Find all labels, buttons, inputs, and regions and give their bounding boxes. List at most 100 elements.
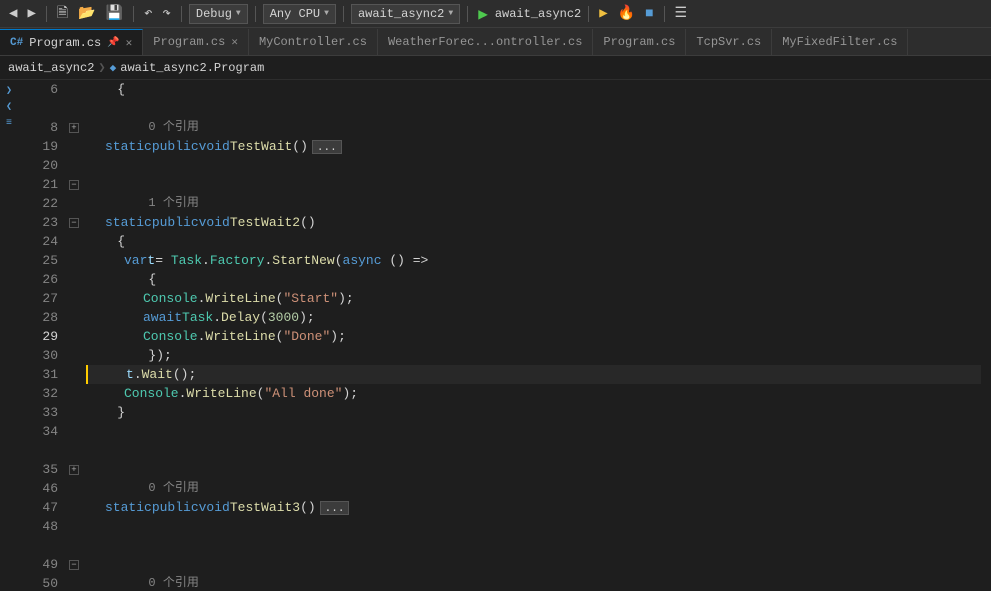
tab-pin-icon[interactable]: 📌 — [107, 37, 119, 49]
sep4 — [255, 6, 256, 22]
tab-tcpsvr[interactable]: TcpSvr.cs — [686, 29, 772, 55]
tab-program-cs-3[interactable]: Program.cs — [593, 29, 686, 55]
tab-mycontroller[interactable]: MyController.cs — [249, 29, 378, 55]
tab-bar: C# Program.cs 📌 ✕ Program.cs ✕ MyControl… — [0, 28, 991, 56]
code-line: Console.WriteLine("Done"); — [86, 327, 981, 346]
marker-6 — [66, 80, 82, 99]
open-icon[interactable]: 📂 — [75, 3, 98, 24]
marker-25 — [66, 251, 82, 270]
ln-24: 24 — [18, 232, 58, 251]
sep3 — [181, 6, 182, 22]
breadcrumb-class[interactable]: await_async2.Program — [120, 61, 264, 75]
code-line: 0 个引用 — [86, 574, 981, 591]
sep8 — [664, 6, 665, 22]
ln-31: 31 — [18, 365, 58, 384]
vertical-scrollbar[interactable] — [981, 80, 991, 591]
ln-47: 47 — [18, 498, 58, 517]
code-line: Console.WriteLine("Start"); — [86, 289, 981, 308]
undo-icon[interactable]: ↶ — [141, 3, 155, 24]
marker-47 — [66, 498, 82, 517]
ln-35: 35 — [18, 460, 58, 479]
marker-21[interactable]: − — [66, 175, 82, 194]
stop-icon[interactable]: ■ — [642, 4, 656, 24]
tab-program-cs-active[interactable]: C# Program.cs 📌 ✕ — [0, 29, 143, 55]
ln-6: 6 — [18, 80, 58, 99]
sep5 — [343, 6, 344, 22]
tab-cs-icon: C# — [10, 37, 23, 49]
ln-28: 28 — [18, 308, 58, 327]
marker-19 — [66, 137, 82, 156]
code-line — [86, 555, 981, 574]
project-label: await_async2 — [358, 7, 444, 21]
tab-label-3: MyController.cs — [259, 35, 367, 49]
tab-close-active[interactable]: ✕ — [126, 36, 133, 50]
code-line: 0 个引用 — [86, 479, 981, 498]
marker-35[interactable]: + — [66, 460, 82, 479]
back-icon[interactable]: ◀ — [6, 3, 20, 24]
side-icon-2[interactable]: ❮ — [2, 100, 16, 114]
tab-weatherforecast[interactable]: WeatherForec...ontroller.cs — [378, 29, 593, 55]
side-icon-1[interactable]: ❯ — [2, 84, 16, 98]
marker-27 — [66, 289, 82, 308]
tab-label-2: Program.cs — [153, 35, 225, 49]
ln-34: 34 — [18, 422, 58, 441]
tab-program-cs-2[interactable]: Program.cs ✕ — [143, 29, 249, 55]
collapse-35[interactable]: + — [69, 465, 79, 475]
project-dropdown[interactable]: await_async2 ▼ — [351, 4, 460, 24]
cpu-dropdown[interactable]: Any CPU ▼ — [263, 4, 336, 24]
marker-22 — [66, 194, 82, 213]
code-line: }); — [86, 346, 981, 365]
ln-21: 21 — [18, 175, 58, 194]
ln-33: 33 — [18, 403, 58, 422]
marker-26 — [66, 270, 82, 289]
sep2 — [133, 6, 134, 22]
side-icon-3[interactable]: ≡ — [2, 116, 16, 130]
run-label[interactable]: await_async2 — [495, 7, 581, 21]
tab-label-4: WeatherForec...ontroller.cs — [388, 35, 582, 49]
code-line — [86, 536, 981, 555]
collapse-49[interactable]: − — [69, 560, 79, 570]
marker-34 — [66, 422, 82, 441]
project-arrow: ▼ — [448, 9, 453, 18]
breadcrumb-root[interactable]: await_async2 — [8, 61, 94, 75]
code-content[interactable]: { 0 个引用static public void TestWait()... … — [82, 80, 981, 591]
sep6 — [467, 6, 468, 22]
code-line: { — [86, 80, 981, 99]
redo-icon[interactable]: ↷ — [159, 3, 173, 24]
cpu-arrow: ▼ — [324, 9, 329, 18]
save-all-icon[interactable]: 💾 — [103, 3, 126, 24]
debug-run-icon[interactable]: ▶ — [596, 3, 610, 24]
ln-29: 29 — [18, 327, 58, 346]
tab-close-2[interactable]: ✕ — [231, 35, 238, 49]
debug-config-dropdown[interactable]: Debug ▼ — [189, 4, 248, 24]
line-numbers: 6 8 19 20 21 22 23 24 25 26 27 28 29 30 … — [18, 80, 66, 591]
ln-46: 46 — [18, 479, 58, 498]
code-line: await Task.Delay(3000); — [86, 308, 981, 327]
collapse-21[interactable]: − — [69, 180, 79, 190]
code-line — [86, 422, 981, 441]
code-line: var t = Task.Factory.StartNew(async () =… — [86, 251, 981, 270]
marker-23[interactable]: − — [66, 213, 82, 232]
ln-8: 8 — [18, 118, 58, 137]
toolbar: ◀ ▶ 🗎 📂 💾 ↶ ↷ Debug ▼ Any CPU ▼ await_as… — [0, 0, 991, 28]
tab-myfixedfilter[interactable]: MyFixedFilter.cs — [772, 29, 908, 55]
code-line: { — [86, 270, 981, 289]
marker-50 — [66, 574, 82, 591]
extras-icon[interactable]: ☰ — [672, 3, 691, 24]
new-file-icon[interactable]: 🗎 — [54, 0, 71, 28]
collapse-8[interactable]: + — [69, 123, 79, 133]
marker-33 — [66, 403, 82, 422]
marker-8[interactable]: + — [66, 118, 82, 137]
marker-29 — [66, 327, 82, 346]
hot-reload-icon[interactable]: 🔥 — [615, 3, 638, 24]
marker-49[interactable]: − — [66, 555, 82, 574]
code-line: 0 个引用 — [86, 118, 981, 137]
collapse-23[interactable]: − — [69, 218, 79, 228]
ln-49: 49 — [18, 555, 58, 574]
forward-icon[interactable]: ▶ — [24, 3, 38, 24]
run-icon[interactable]: ▶ — [475, 2, 491, 26]
ln-20: 20 — [18, 156, 58, 175]
marker-24 — [66, 232, 82, 251]
code-line: Console.WriteLine("All done"); — [86, 384, 981, 403]
marker-28 — [66, 308, 82, 327]
